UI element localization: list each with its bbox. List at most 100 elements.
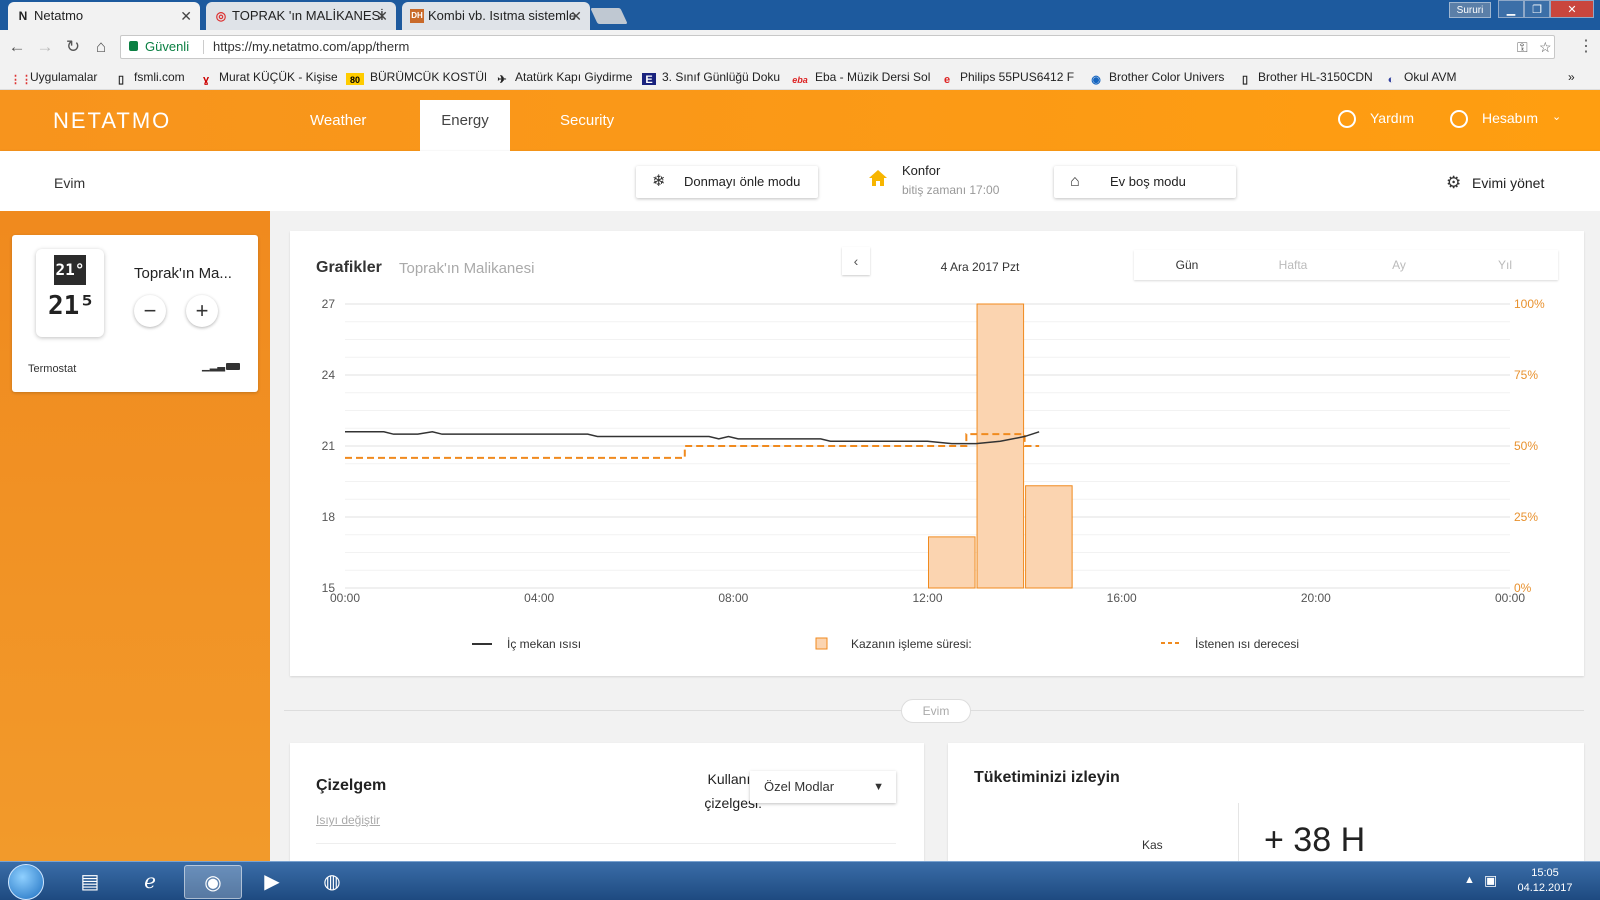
schedule-selected-value: Özel Modlar [764, 779, 835, 794]
schedule-select-label: Kullanım çizelgesi: [704, 771, 762, 811]
boiler-bar [976, 303, 1025, 589]
x-tick-label: 20:00 [1301, 591, 1331, 605]
change-temperature-link[interactable]: Isıyı değiştir [316, 813, 380, 827]
consumption-card: Tüketiminizi izleyin Kas + 38 H [948, 743, 1584, 883]
lock-icon [129, 41, 138, 51]
nav-tab-energy[interactable]: Energy [420, 100, 510, 151]
close-tab-icon[interactable]: ✕ [570, 2, 582, 30]
decrease-temperature-button[interactable]: − [134, 295, 166, 327]
range-selector: Gün Hafta Ay Yıl [1134, 250, 1558, 280]
gear-icon[interactable]: ⚙ [1446, 173, 1461, 193]
maximize-window-button[interactable]: ❐ [1524, 0, 1550, 18]
address-bar[interactable]: Güvenli https://my.netatmo.com/app/therm… [120, 35, 1555, 59]
back-arrow-icon[interactable]: ← [6, 36, 28, 58]
legend-boiler-swatch [815, 637, 828, 650]
bookmark-ataturk-kapi[interactable]: ✈ Atatürk Kapı Giydirme [495, 69, 633, 85]
browser-user-badge[interactable]: Sururi [1449, 2, 1491, 18]
range-week[interactable]: Hafta [1240, 250, 1346, 280]
key-icon[interactable]: ⚿ [1517, 36, 1528, 58]
account-icon[interactable] [1450, 110, 1468, 128]
thermostat-card[interactable]: 21° 21⁵ Toprak'ın Ma... − + Termostat ▁▂… [12, 235, 258, 392]
previous-day-button[interactable]: ‹ [842, 247, 870, 275]
account-menu[interactable]: Hesabım [1482, 110, 1538, 126]
url-text[interactable]: https://my.netatmo.com/app/therm [213, 36, 409, 58]
range-year[interactable]: Yıl [1452, 250, 1558, 280]
forward-arrow-icon[interactable]: → [34, 36, 56, 58]
close-window-button[interactable]: ✕ [1550, 0, 1594, 18]
netatmo-logo[interactable]: NETATMO [53, 108, 171, 134]
bookmark-fsmli[interactable]: ▯ fsmli.com [114, 69, 190, 85]
chevron-down-icon[interactable]: ⌄ [1552, 110, 1561, 123]
close-tab-icon[interactable]: ✕ [180, 2, 192, 30]
increase-temperature-button[interactable]: + [186, 295, 218, 327]
internet-explorer-icon[interactable]: ℯ [124, 865, 176, 899]
help-icon[interactable] [1338, 110, 1356, 128]
help-link[interactable]: Yardım [1370, 110, 1414, 126]
x-tick-label: 12:00 [912, 591, 942, 605]
range-day[interactable]: Gün [1134, 250, 1240, 280]
browser-tab-netatmo[interactable]: N Netatmo ✕ [8, 2, 200, 30]
legend-setpoint-label: İstenen ısı derecesi [1195, 637, 1299, 651]
windows-start-button[interactable] [8, 864, 44, 900]
signal-strength-icon: ▁▂▃ [202, 361, 226, 372]
file-explorer-icon[interactable]: ▤ [64, 865, 116, 899]
close-tab-icon[interactable]: ✕ [376, 2, 388, 30]
bookmark-brother-hl[interactable]: ▯ Brother HL-3150CDN [1238, 69, 1376, 85]
bookmark-favicon-icon: ◉ [1091, 74, 1101, 85]
bookmark-apps[interactable]: ⋮⋮Uygulamalar [10, 69, 105, 85]
reload-icon[interactable]: ↻ [62, 36, 84, 58]
y2-tick-label: 75% [1514, 368, 1538, 382]
tray-expand-icon[interactable]: ▲ [1464, 874, 1475, 886]
chart-legend: İç mekan ısısı Kazanın işleme süresi: İs… [472, 637, 1299, 651]
bookmark-eba[interactable]: eba Eba - Müzik Dersi Sol [791, 69, 931, 85]
thermostat-device: 21° 21⁵ [36, 249, 104, 337]
range-month[interactable]: Ay [1346, 250, 1452, 280]
browser-menu-icon[interactable]: ⋮ [1578, 36, 1594, 56]
bookmark-star-icon[interactable]: ☆ [1539, 36, 1552, 58]
bookmark-favicon-icon: eba [792, 75, 808, 85]
manage-home-link[interactable]: Evimi yönet [1472, 175, 1544, 191]
y-tick-label: 18 [322, 510, 336, 524]
bookmark-okul-avm[interactable]: ◐ Okul AVM [1384, 69, 1474, 85]
nav-tab-weather[interactable]: Weather [290, 100, 386, 151]
legend-indoor-label: İç mekan ısısı [507, 637, 581, 651]
bookmark-favicon-icon: ◐ [1387, 74, 1395, 85]
netatmo-favicon-icon: N [18, 9, 28, 23]
schedule-select[interactable]: Özel Modlar ▼ [750, 771, 896, 803]
frost-guard-mode-button[interactable]: ❄ Donmayı önle modu [636, 166, 818, 198]
bookmark-sinif-gunlugu[interactable]: E 3. Sınıf Günlüğü Doku [642, 69, 782, 85]
browser-tabstrip: N Netatmo ✕ ◎ TOPRAK 'ın MALİKANESİ ✕ DH… [0, 0, 1600, 30]
tab-title: Kombi vb. Isıtma sistemle [428, 8, 577, 23]
tab-title: TOPRAK 'ın MALİKANESİ [232, 8, 384, 23]
caret-down-icon: ▼ [873, 781, 884, 793]
chart-lines [345, 431, 1040, 459]
bookmark-burumcuk[interactable]: 80 BÜRÜMCÜK KOSTÜM [346, 69, 486, 85]
media-player-icon[interactable]: ▶ [246, 865, 298, 899]
away-mode-button[interactable]: ⌂ Ev boş modu [1054, 166, 1236, 198]
browser-tab-kombi[interactable]: DH Kombi vb. Isıtma sistemle ✕ [402, 2, 590, 30]
network-icon[interactable]: ▣ [1484, 872, 1497, 889]
minimize-window-button[interactable]: ▁ [1498, 0, 1524, 18]
more-bookmarks-icon[interactable]: » [1568, 69, 1584, 85]
home-icon[interactable]: ⌂ [90, 36, 112, 58]
snowflake-icon: ❄ [652, 173, 666, 190]
browser-tab-toprak[interactable]: ◎ TOPRAK 'ın MALİKANESİ ✕ [206, 2, 396, 30]
tab-title: Netatmo [34, 8, 84, 23]
chrome-icon[interactable]: ◉ [184, 865, 242, 899]
taskbar-clock[interactable]: 15:05 04.12.2017 [1510, 866, 1580, 896]
graph-subtitle: Toprak'ın Malikanesi [399, 260, 535, 277]
bookmark-brother-color[interactable]: ◉ Brother Color Univers [1089, 69, 1229, 85]
schedule-grid-top [316, 843, 896, 844]
x-tick-label: 04:00 [524, 591, 554, 605]
comfort-mode-end-time: bitiş zamanı 17:00 [902, 183, 1000, 197]
bookmark-murat-kucuk[interactable]: ɣ Murat KÜÇÜK - Kişise [199, 69, 337, 85]
firefox-icon[interactable]: ◍ [306, 865, 358, 899]
home-name[interactable]: Evim [54, 175, 85, 191]
new-tab-button[interactable] [590, 8, 628, 24]
nav-tab-security[interactable]: Security [540, 100, 634, 151]
y2-tick-label: 100% [1514, 297, 1545, 311]
y2-tick-label: 50% [1514, 439, 1538, 453]
away-house-icon: ⌂ [1070, 173, 1080, 190]
mode-bar: Evim ❄ Donmayı önle modu Konfor bitiş za… [0, 151, 1600, 211]
bookmark-philips[interactable]: e Philips 55PUS6412 F [940, 69, 1080, 85]
